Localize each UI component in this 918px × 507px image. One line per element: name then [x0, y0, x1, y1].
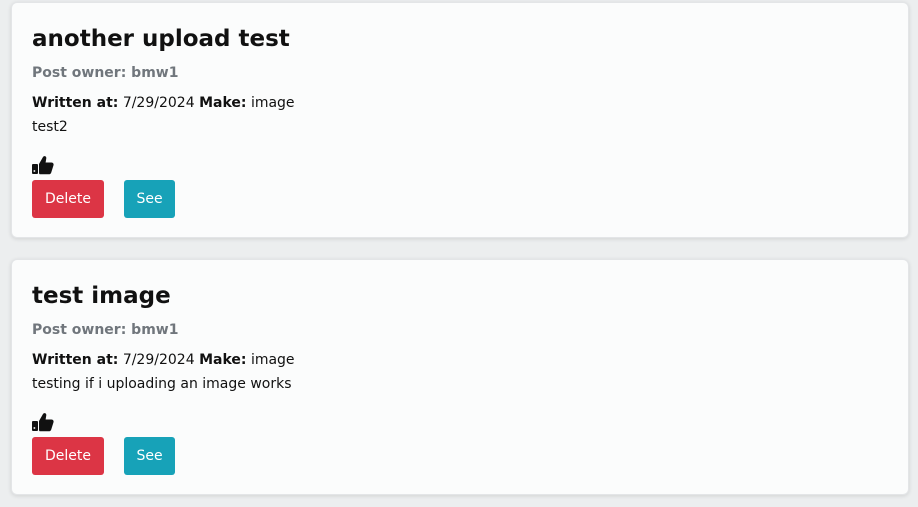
delete-button[interactable]: Delete — [32, 180, 104, 218]
post-content: testing if i uploading an image works — [32, 376, 292, 392]
post-title: another upload test — [32, 26, 290, 52]
post-owner: Post owner: bmw1 — [32, 65, 179, 81]
post-meta: Written at: 7/29/2024 Make: image — [32, 351, 295, 369]
post-date: 7/29/2024 — [122, 95, 195, 111]
make-label: Make: — [199, 352, 247, 368]
see-button[interactable]: See — [124, 437, 175, 475]
post-meta: Written at: 7/29/2024 Make: image — [32, 94, 295, 112]
thumbs-up-icon[interactable] — [32, 155, 54, 175]
written-at-label: Written at: — [32, 95, 119, 111]
post-make: image — [250, 95, 295, 111]
post-card: test image Post owner: bmw1 Written at: … — [11, 259, 909, 495]
post-title: test image — [32, 283, 171, 309]
post-card: another upload test Post owner: bmw1 Wri… — [11, 2, 909, 238]
delete-button[interactable]: Delete — [32, 437, 104, 475]
written-at-label: Written at: — [32, 352, 119, 368]
post-make: image — [250, 352, 295, 368]
make-label: Make: — [199, 95, 247, 111]
thumbs-up-icon[interactable] — [32, 412, 54, 432]
post-date: 7/29/2024 — [122, 352, 195, 368]
post-content: test2 — [32, 119, 68, 135]
see-button[interactable]: See — [124, 180, 175, 218]
post-owner: Post owner: bmw1 — [32, 322, 179, 338]
